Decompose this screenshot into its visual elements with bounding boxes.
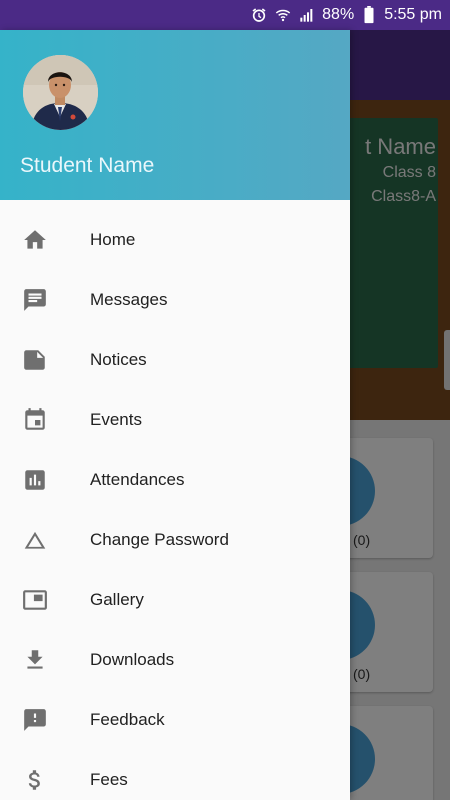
menu-item-label: Change Password — [90, 530, 229, 549]
clock: 5:55 pm — [384, 6, 442, 23]
menu-item-label: Downloads — [90, 650, 175, 669]
notice-icon — [21, 346, 49, 374]
battery-icon — [360, 6, 378, 24]
menu-item-label: Attendances — [90, 470, 185, 489]
menu-item-label: Events — [90, 410, 142, 429]
message-icon — [21, 286, 49, 314]
menu-item-change-password[interactable]: Change Password — [0, 510, 350, 570]
signal-icon — [298, 6, 316, 24]
avatar[interactable] — [23, 55, 98, 130]
menu-item-label: Notices — [90, 350, 147, 369]
wifi-icon — [274, 6, 292, 24]
menu-item-label: Home — [90, 230, 136, 249]
drawer-menu: Home Messages Notices Events Attendances — [0, 200, 350, 800]
menu-item-notices[interactable]: Notices — [0, 330, 350, 390]
home-icon — [21, 226, 49, 254]
menu-item-label: Fees — [90, 770, 128, 789]
calendar-icon — [21, 406, 49, 434]
menu-item-label: Feedback — [90, 710, 165, 729]
menu-item-label: Gallery — [90, 590, 144, 609]
menu-item-attendances[interactable]: Attendances — [0, 450, 350, 510]
dollar-icon — [21, 766, 49, 794]
menu-item-downloads[interactable]: Downloads — [0, 630, 350, 690]
navigation-drawer: Student Name Home Messages Notices Event… — [0, 30, 350, 800]
menu-item-events[interactable]: Events — [0, 390, 350, 450]
alarm-icon — [250, 6, 268, 24]
bar-chart-icon — [21, 466, 49, 494]
menu-item-fees[interactable]: Fees — [0, 750, 350, 800]
menu-item-gallery[interactable]: Gallery — [0, 570, 350, 630]
triangle-icon — [21, 526, 49, 554]
menu-item-messages[interactable]: Messages — [0, 270, 350, 330]
menu-item-feedback[interactable]: Feedback — [0, 690, 350, 750]
feedback-icon — [21, 706, 49, 734]
student-name: Student Name — [20, 154, 155, 177]
status-bar: 88% 5:55 pm — [0, 0, 450, 30]
menu-item-label: Messages — [90, 290, 168, 309]
battery-percent: 88% — [322, 6, 355, 23]
menu-item-home[interactable]: Home — [0, 210, 350, 270]
gallery-icon — [21, 586, 49, 614]
download-icon — [21, 646, 49, 674]
drawer-header: Student Name — [0, 30, 350, 200]
